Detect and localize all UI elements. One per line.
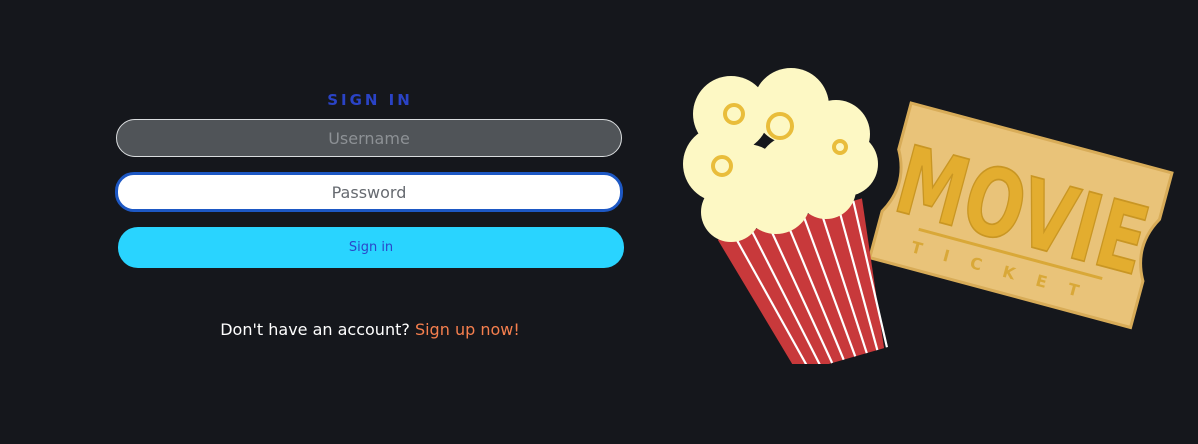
popcorn-ticket-illustration: MOVIE TICKET [683, 68, 1174, 364]
password-input[interactable] [115, 172, 623, 212]
signin-page: SIGN IN Sign in Don't have an account? S… [0, 0, 1198, 444]
signup-link[interactable]: Sign up now! [415, 320, 520, 339]
movie-ticket-icon: MOVIE TICKET [867, 101, 1174, 330]
popcorn-icon [683, 68, 889, 364]
signin-button[interactable]: Sign in [118, 227, 624, 268]
signup-prompt: Don't have an account? Sign up now! [118, 320, 622, 339]
signin-title: SIGN IN [327, 91, 413, 109]
username-input[interactable] [116, 119, 622, 157]
signup-prompt-text: Don't have an account? [220, 320, 410, 339]
